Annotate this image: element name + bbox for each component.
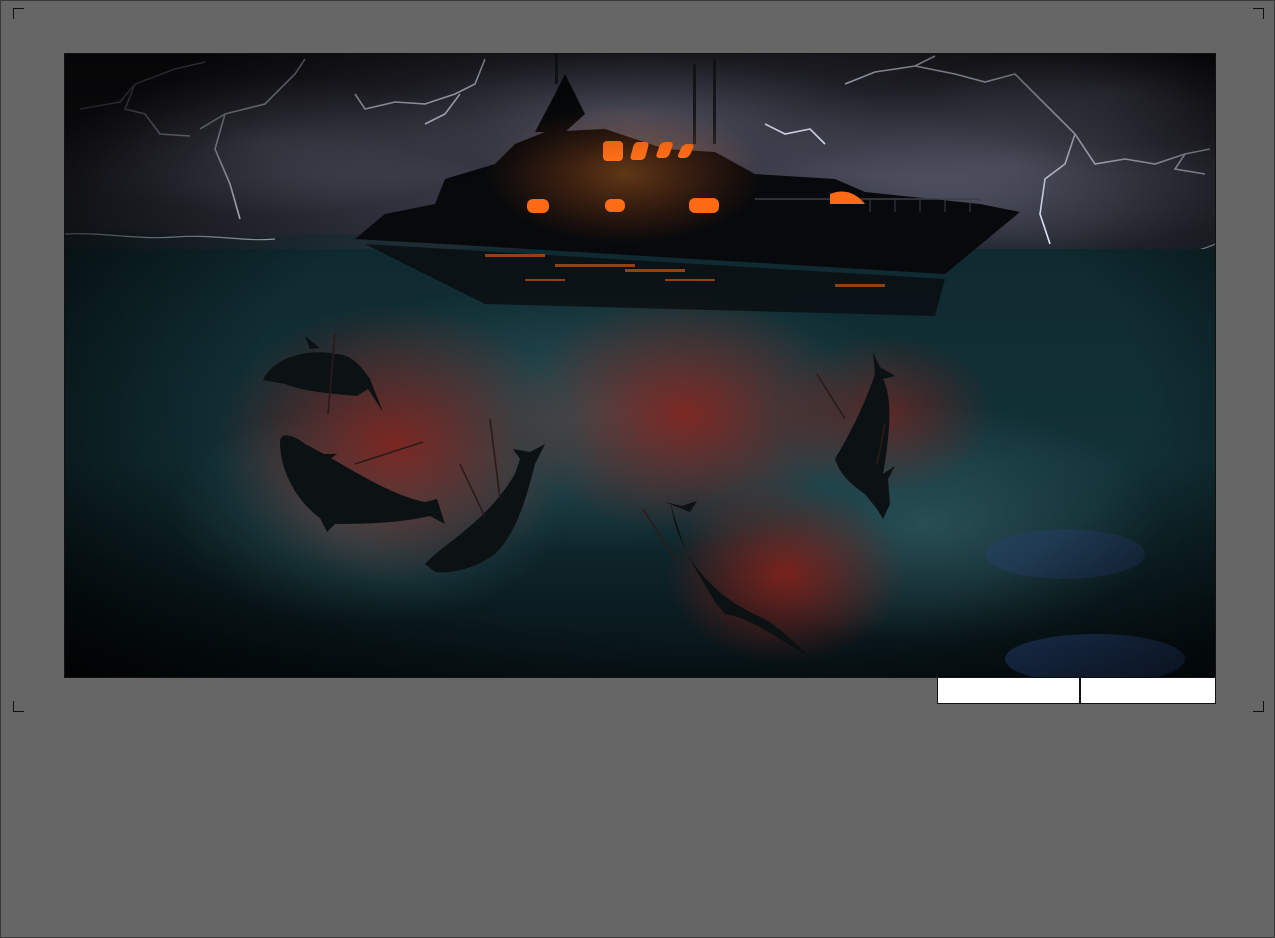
crop-mark-top-left	[13, 8, 24, 19]
illustration	[65, 54, 1215, 677]
crop-mark-bottom-right	[1253, 701, 1264, 712]
caption-box-left[interactable]	[937, 677, 1080, 704]
print-page	[0, 0, 1275, 938]
caption-boxes	[937, 677, 1216, 704]
caption-box-right[interactable]	[1080, 677, 1216, 704]
crop-mark-bottom-left	[13, 701, 24, 712]
crop-mark-top-right	[1253, 8, 1264, 19]
storyboard-panel-image	[64, 53, 1216, 678]
